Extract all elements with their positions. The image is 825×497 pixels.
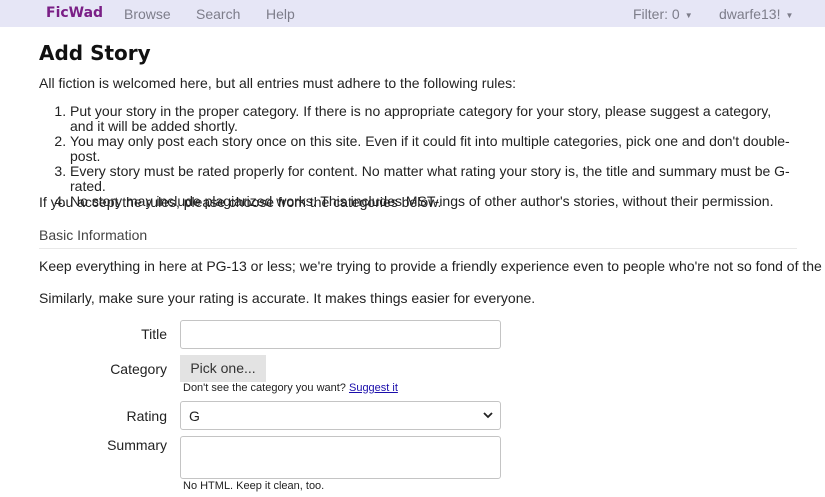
category-hint: Don't see the category you want? Suggest… xyxy=(183,382,398,394)
category-hint-text: Don't see the category you want? xyxy=(183,382,346,394)
caret-down-icon: ▼ xyxy=(684,10,693,20)
category-label: Category xyxy=(110,361,167,377)
rating-select[interactable]: G xyxy=(180,401,501,430)
summary-textarea[interactable] xyxy=(180,436,501,479)
pick-category-button[interactable]: Pick one... xyxy=(180,355,266,382)
rule-item: You may only post each story once on thi… xyxy=(70,134,797,164)
rules-intro: All fiction is welcomed here, but all en… xyxy=(39,75,517,91)
caret-down-icon: ▼ xyxy=(785,10,794,20)
title-label: Title xyxy=(141,326,167,342)
basic-note-1: Keep everything in here at PG-13 or less… xyxy=(39,258,825,274)
rule-item: Every story must be rated properly for c… xyxy=(70,164,797,194)
top-nav: FicWad Browse Search Help Filter: 0 ▼ dwa… xyxy=(0,0,825,27)
username: dwarfe13! xyxy=(719,6,781,22)
summary-label: Summary xyxy=(107,437,167,453)
user-menu[interactable]: dwarfe13! ▼ xyxy=(719,6,793,22)
basic-note-2: Similarly, make sure your rating is accu… xyxy=(39,290,536,306)
summary-hint: No HTML. Keep it clean, too. xyxy=(183,480,325,492)
nav-search[interactable]: Search xyxy=(196,6,240,22)
title-input[interactable] xyxy=(180,320,501,349)
rating-label: Rating xyxy=(126,408,167,424)
accept-text: If you accept the rules, please choose f… xyxy=(39,194,442,210)
filter-dropdown[interactable]: Filter: 0 ▼ xyxy=(633,6,693,22)
rating-selected-value: G xyxy=(189,408,200,424)
page-title: Add Story xyxy=(39,41,151,65)
rule-item: Put your story in the proper category. I… xyxy=(70,104,797,134)
section-basic-information: Basic Information xyxy=(39,227,797,249)
suggest-category-link[interactable]: Suggest it xyxy=(349,382,398,394)
nav-help[interactable]: Help xyxy=(266,6,295,22)
chevron-down-icon xyxy=(483,412,493,419)
nav-browse[interactable]: Browse xyxy=(124,6,171,22)
brand-logo-link[interactable]: FicWad xyxy=(46,5,103,21)
filter-label: Filter: 0 xyxy=(633,6,680,22)
